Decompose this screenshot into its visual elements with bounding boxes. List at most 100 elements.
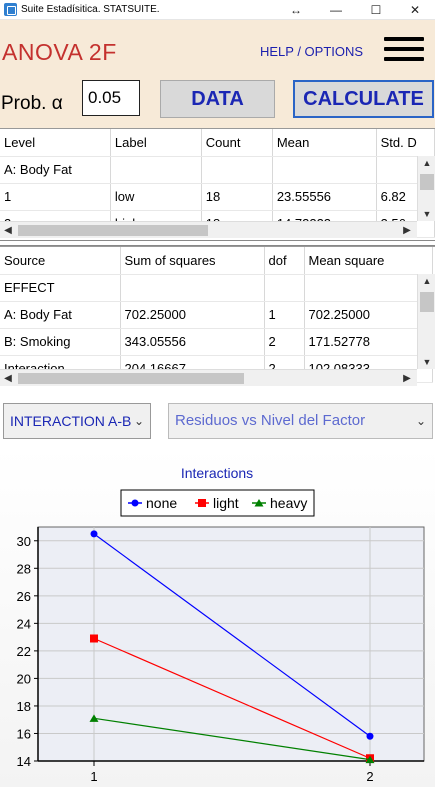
- table-cell: EFFECT: [0, 274, 121, 302]
- column-header: Count: [201, 129, 273, 157]
- y-tick-label: 22: [17, 644, 31, 659]
- scroll-thumb[interactable]: [420, 292, 434, 312]
- app-header: ANOVA 2F HELP / OPTIONS: [0, 20, 435, 68]
- minimize-button[interactable]: —: [316, 0, 356, 20]
- data-point-none: [90, 530, 98, 538]
- table-row[interactable]: B: Smoking 343.05556 2 171.52778: [0, 328, 433, 356]
- table-cell: [264, 274, 305, 302]
- table-cell: 702.25000: [304, 301, 433, 329]
- interaction-chart: Interactions none light heavy 14 16 18 20 22 24 26…: [0, 447, 435, 787]
- legend-marker: [131, 499, 139, 507]
- scroll-down-icon[interactable]: ▼: [418, 355, 435, 369]
- plot-area: [37, 526, 425, 762]
- scroll-thumb[interactable]: [420, 174, 434, 190]
- table-cell: 1: [0, 183, 111, 211]
- column-header: Level: [0, 129, 111, 157]
- plot-type-select[interactable]: INTERACTION A-B ⌄: [3, 403, 151, 439]
- legend-label: light: [213, 495, 239, 511]
- table-row[interactable]: A: Body Fat: [0, 156, 435, 184]
- plot-type-value: INTERACTION A-B: [10, 413, 132, 429]
- levels-horizontal-scrollbar[interactable]: ◀ ▶: [0, 221, 417, 238]
- table-cell: A: Body Fat: [0, 156, 111, 184]
- column-header: Sum of squares: [120, 247, 265, 275]
- table-cell: A: Body Fat: [0, 301, 121, 329]
- table-header-row: Source Sum of squares dof Mean square: [0, 247, 433, 275]
- table-cell: [120, 274, 265, 302]
- scroll-left-icon[interactable]: ◀: [0, 370, 16, 387]
- window-titlebar: Suite Estadísitica. STATSUITE. ↔ — ☐ ✕: [0, 0, 435, 20]
- column-header: Source: [0, 247, 121, 275]
- data-point-none: [366, 732, 374, 740]
- legend-label: none: [146, 495, 177, 511]
- scroll-left-icon[interactable]: ◀: [0, 222, 16, 239]
- scroll-right-icon[interactable]: ▶: [399, 370, 415, 387]
- hamburger-icon[interactable]: [384, 34, 424, 64]
- y-tick-label: 18: [17, 699, 31, 714]
- table-cell: B: Smoking: [0, 328, 121, 356]
- table-cell: [201, 156, 273, 184]
- scroll-thumb[interactable]: [18, 225, 208, 236]
- table-row[interactable]: A: Body Fat 702.25000 1 702.25000: [0, 301, 433, 329]
- anova-vertical-scrollbar[interactable]: ▲ ▼: [417, 274, 435, 369]
- y-tick-label: 24: [17, 616, 31, 631]
- anova-horizontal-scrollbar[interactable]: ◀ ▶: [0, 369, 417, 386]
- levels-vertical-scrollbar[interactable]: ▲ ▼: [417, 156, 435, 221]
- calculate-button[interactable]: CALCULATE: [293, 80, 434, 118]
- y-tick-label: 14: [17, 754, 31, 769]
- residuals-select[interactable]: Residuos vs Nivel del Factor ⌄: [168, 403, 433, 439]
- y-tick-label: 28: [17, 561, 31, 576]
- prob-alpha-input[interactable]: 0.05: [82, 80, 140, 116]
- controls-row: Prob. α 0.05 DATA CALCULATE: [0, 68, 435, 128]
- window-title: Suite Estadísitica. STATSUITE.: [21, 4, 160, 15]
- table-row[interactable]: 1 low 18 23.55556 6.82: [0, 183, 435, 211]
- table-cell: 18: [201, 183, 273, 211]
- legend-label: heavy: [270, 495, 307, 511]
- scroll-up-icon[interactable]: ▲: [418, 274, 435, 288]
- app-icon: [4, 3, 17, 16]
- close-button[interactable]: ✕: [395, 0, 435, 20]
- table-cell: 2: [264, 328, 305, 356]
- chart-title: Interactions: [181, 465, 253, 481]
- data-button[interactable]: DATA: [160, 80, 275, 118]
- table-cell: 343.05556: [120, 328, 265, 356]
- y-tick-label: 26: [17, 589, 31, 604]
- column-header: Label: [110, 129, 202, 157]
- levels-table-panel: Level Label Count Mean Std. D A: Body Fa…: [0, 128, 435, 240]
- table-cell: [304, 274, 433, 302]
- restore-icon[interactable]: ↔: [276, 0, 316, 20]
- scroll-thumb[interactable]: [18, 373, 244, 384]
- column-header: Mean square: [304, 247, 433, 275]
- data-point-light: [90, 634, 98, 643]
- column-header: Std. D: [376, 129, 435, 157]
- chevron-down-icon: ⌄: [415, 414, 426, 428]
- table-cell: 171.52778: [304, 328, 433, 356]
- table-row[interactable]: EFFECT: [0, 274, 433, 302]
- y-tick-label: 16: [17, 726, 31, 741]
- table-cell: 702.25000: [120, 301, 265, 329]
- plot-selectors: INTERACTION A-B ⌄ Residuos vs Nivel del …: [0, 387, 435, 447]
- table-header-row: Level Label Count Mean Std. D: [0, 129, 435, 157]
- table-cell: [272, 156, 377, 184]
- table-cell: 23.55556: [272, 183, 377, 211]
- column-header: Mean: [272, 129, 377, 157]
- chevron-down-icon: ⌄: [133, 414, 144, 428]
- table-cell: [110, 156, 202, 184]
- help-options-link[interactable]: HELP / OPTIONS: [260, 44, 363, 59]
- prob-alpha-label: Prob. α: [1, 93, 63, 114]
- table-cell: low: [110, 183, 202, 211]
- scroll-right-icon[interactable]: ▶: [399, 222, 415, 239]
- y-tick-label: 30: [17, 534, 31, 549]
- anova-table: Source Sum of squares dof Mean square EF…: [0, 247, 433, 383]
- y-tick-label: 20: [17, 671, 31, 686]
- x-tick-label: 1: [90, 769, 97, 784]
- column-header: dof: [264, 247, 305, 275]
- page-title: ANOVA 2F: [2, 39, 117, 65]
- x-tick-label: 2: [366, 769, 373, 784]
- scroll-down-icon[interactable]: ▼: [418, 207, 435, 221]
- residuals-value: Residuos vs Nivel del Factor: [175, 412, 366, 429]
- interaction-chart-svg: Interactionsnone light heavy 14 16 18 20 22 24 26…: [17, 465, 425, 784]
- scroll-up-icon[interactable]: ▲: [418, 156, 435, 170]
- maximize-button[interactable]: ☐: [356, 0, 396, 20]
- table-cell: 1: [264, 301, 305, 329]
- legend-marker: [198, 499, 206, 507]
